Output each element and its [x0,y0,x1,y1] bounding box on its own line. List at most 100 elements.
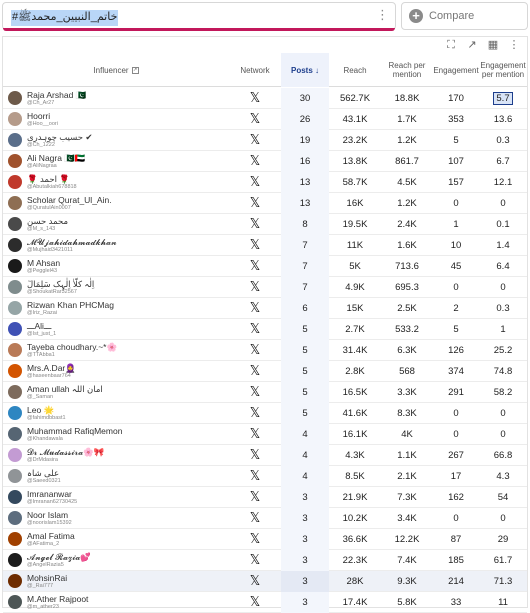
column-network[interactable]: Network [229,53,281,87]
avatar[interactable] [8,532,22,546]
network-cell: 𝕏 [229,235,281,256]
influencer-name[interactable]: M Ahsan [27,258,60,268]
reach-cell: 36.6K [342,534,368,545]
avatar[interactable] [8,133,22,147]
posts-cell: 3 [281,508,329,529]
avatar[interactable] [8,490,22,504]
influencer-name[interactable]: Amal Fatima [27,531,75,541]
influencer-name[interactable]: Muhammad RafiqMemon [27,426,122,436]
table-row[interactable]: Raja Arshad 🇵🇰 @Ch_Ar27 𝕏 30 562.7K 18.8… [3,88,527,109]
avatar[interactable] [8,385,22,399]
external-link-icon[interactable]: ↗ [131,66,139,74]
avatar[interactable] [8,217,22,231]
avatar[interactable] [8,301,22,315]
avatar[interactable] [8,448,22,462]
table-row[interactable]: 𝓜𝓤𝓳𝓪𝓱𝓲𝓭𝓪𝓱𝓶𝓪𝓭𝓴𝓱𝓪𝓷 @Mujhaid3421011 𝕏 7 11K… [3,235,527,256]
table-row[interactable]: حسیب چوہدری ✔ @Ch_1222 𝕏 19 23.2K 1.2K 5… [3,130,527,151]
column-reach[interactable]: Reach [329,53,381,87]
table-row[interactable]: Hoorri @Hoo__oori 𝕏 26 43.1K 1.7K 353 13… [3,109,527,130]
avatar[interactable] [8,112,22,126]
engagement-per-mention-cell: 12.1 [479,172,527,193]
reach-per-mention-cell: 1.1K [397,450,417,461]
engagement-cell: 0 [453,429,459,440]
influencer-name[interactable]: Imrananwar [27,489,72,499]
engagement-per-mention-value: 0 [500,198,506,209]
grid-icon[interactable]: ▦ [486,39,500,51]
influencer-handle: @Saeed0321 [27,478,61,484]
table-row[interactable]: Imrananwar @Imranan62730425 𝕏 3 21.9K 7.… [3,487,527,508]
table-row[interactable]: Noor Islam @noorislam15392 𝕏 3 10.2K 3.4… [3,508,527,529]
reach-cell: 16.1K [342,429,368,440]
kebab-menu-icon[interactable]: ⋮ [376,8,389,22]
table-row[interactable]: Aman ullah امان اللہ @_Saman 𝕏 5 16.5K 3… [3,382,527,403]
table-row[interactable]: MohsinRai @_Rai777 𝕏 3 28K 9.3K 214 71.3 [3,571,527,592]
influencer-name[interactable]: Noor Islam [27,510,68,520]
influencer-name[interactable]: MohsinRai [27,573,67,583]
influencer-name[interactable]: M.Ather Rajpoot [27,594,88,604]
table-row[interactable]: Tayeba choudhary.~*🌸 @TTAbba1 𝕏 5 31.4K … [3,340,527,361]
avatar[interactable] [8,175,22,189]
table-row[interactable]: ـــAliـــ @Ist_just_1 𝕏 5 2.7K 533.2 5 1 [3,319,527,340]
table-body: Raja Arshad 🇵🇰 @Ch_Ar27 𝕏 30 562.7K 18.8… [3,88,527,613]
compare-button[interactable]: + Compare [401,2,528,30]
avatar[interactable] [8,595,22,609]
fullscreen-icon[interactable]: ⛶ [444,39,458,51]
table-row[interactable]: Leo 🌟 @fahimdbbast1 𝕏 5 41.6K 8.3K 0 0 [3,403,527,424]
table-row[interactable]: M.Ather Rajpoot @m_ather23 𝕏 3 17.4K 5.8… [3,592,527,613]
avatar[interactable] [8,91,22,105]
x-logo-icon: 𝕏 [249,469,261,484]
more-options-icon[interactable]: ⋮ [507,39,521,51]
table-row[interactable]: Ali Nagra 🇵🇰🇦🇪 @AliNagraa 𝕏 16 13.8K 861… [3,151,527,172]
avatar[interactable] [8,322,22,336]
avatar[interactable] [8,259,22,273]
posts-cell: 30 [281,88,329,109]
table-row[interactable]: اِلٰہ کلّاٰ اِلٰہِک سَلِمَالٓ @ShoukatRa… [3,277,527,298]
avatar[interactable] [8,238,22,252]
table-row[interactable]: علی شاہ @Saeed0321 𝕏 4 8.5K 2.1K 17 4.3 [3,466,527,487]
table-row[interactable]: 𝓐𝓷𝓰𝓮𝓵 𝓡𝓪𝔃𝓲𝓪💕 @AngelRazia5 𝕏 3 22.3K 7.4K… [3,550,527,571]
avatar[interactable] [8,343,22,357]
avatar[interactable] [8,553,22,567]
x-logo-icon: 𝕏 [249,448,261,463]
table-row[interactable]: محمد حسن @M_s_143 𝕏 8 19.5K 2.4K 1 0.1 [3,214,527,235]
search-query-field[interactable]: #خاتم_النبیین_محمدﷺ ⋮ [2,2,396,31]
influencer-handle: @ShoukatRar32567 [27,289,77,295]
table-row[interactable]: Scholar Qurat_Ul_Ain. @QuratulAin0007 𝕏 … [3,193,527,214]
table-row[interactable]: 𝓓𝓻 𝓜𝓾𝓭𝓪𝓼𝓼𝓲𝓻𝓪🌸🎀 @DrMdasira 𝕏 4 4.3K 1.1K … [3,445,527,466]
table-row[interactable]: Muhammad RafiqMemon @Khandawala 𝕏 4 16.1… [3,424,527,445]
avatar[interactable] [8,574,22,588]
line-chart-icon[interactable]: ↗ [465,39,479,51]
avatar[interactable] [8,427,22,441]
column-influencer[interactable]: Influencer ↗ [3,53,229,87]
influencer-name[interactable]: Rizwan Khan PHCMag [27,300,114,310]
table-row[interactable]: Amal Fatima @AFatima_2 𝕏 3 36.6K 12.2K 8… [3,529,527,550]
reach-per-mention-cell: 1.6K [397,240,417,251]
table-row[interactable]: 🌹 احمد 🌹 @Abutalkiah678818 𝕏 13 58.7K 4.… [3,172,527,193]
avatar[interactable] [8,406,22,420]
column-engagement-per-mention[interactable]: Engagement per mention [479,53,527,87]
column-posts[interactable]: Posts ↓ [281,53,329,87]
avatar[interactable] [8,364,22,378]
column-engagement[interactable]: Engagement [433,53,479,87]
avatar[interactable] [8,154,22,168]
avatar[interactable] [8,511,22,525]
search-query-text[interactable]: #خاتم_النبیین_محمدﷺ [11,10,119,26]
network-cell: 𝕏 [229,571,281,592]
avatar[interactable] [8,280,22,294]
engagement-cell: 5 [453,135,459,146]
table-row[interactable]: Rizwan Khan PHCMag @Iriz_Razai 𝕏 6 15K 2… [3,298,527,319]
column-reach-per-mention[interactable]: Reach per mention [381,53,433,87]
avatar[interactable] [8,469,22,483]
table-row[interactable]: Mrs.A.Dar🧕 @haseenbaar764 𝕏 5 2.8K 568 3… [3,361,527,382]
avatar[interactable] [8,196,22,210]
influencer-name[interactable]: Scholar Qurat_Ul_Ain. [27,195,112,205]
table-row[interactable]: M Ahsan @Pegglel43 𝕏 7 5K 713.6 45 6.4 [3,256,527,277]
engagement-per-mention-value: 74.8 [493,366,513,377]
network-cell: 𝕏 [229,109,281,130]
influencer-name[interactable]: Hoorri [27,111,50,121]
plus-icon: + [409,9,423,23]
engagement-per-mention-cell: 6.4 [479,256,527,277]
engagement-per-mention-value: 29 [497,534,509,545]
engagement-per-mention-value: 71.3 [493,576,513,587]
influencer-handle: @Hoo__oori [27,121,58,127]
